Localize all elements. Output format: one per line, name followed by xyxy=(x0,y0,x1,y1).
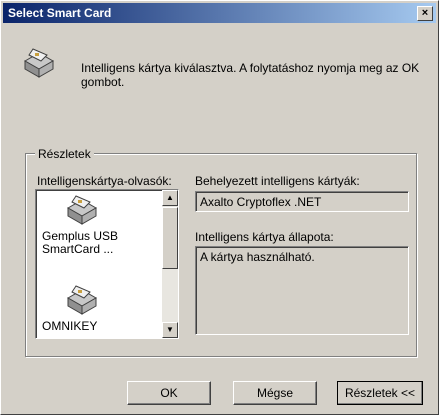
window-title: Select Smart Card xyxy=(8,6,112,20)
title-bar[interactable]: Select Smart Card × xyxy=(3,3,436,23)
select-smart-card-dialog: Select Smart Card × Intelligens kártya k… xyxy=(0,0,439,415)
reader-item-gemplus[interactable]: Gemplus USB SmartCard ... xyxy=(42,194,152,256)
reader-item-label: Gemplus USB SmartCard ... xyxy=(42,229,119,256)
reader-item-label: OMNIKEY xyxy=(42,319,98,333)
cancel-button[interactable]: Mégse xyxy=(233,381,317,405)
inserted-cards-label: Behelyezett intelligens kártyák: xyxy=(195,174,360,188)
ok-button[interactable]: OK xyxy=(127,381,211,405)
card-reader-icon xyxy=(66,285,98,315)
readers-scrollbar[interactable]: ▲ ▼ xyxy=(162,190,178,338)
instruction-message: Intelligens kártya kiválasztva. A folyta… xyxy=(81,61,420,89)
readers-label: Intelligenskártya-olvasók: xyxy=(37,174,172,188)
scroll-thumb[interactable] xyxy=(162,207,178,269)
card-reader-icon xyxy=(66,195,98,225)
scroll-down-button[interactable]: ▼ xyxy=(162,322,178,338)
readers-listbox[interactable]: Gemplus USB SmartCard ... OMNIKEY ▲ ▼ xyxy=(35,189,179,339)
details-toggle-button[interactable]: Részletek << xyxy=(337,381,423,405)
reader-item-omnikey[interactable]: OMNIKEY xyxy=(42,284,152,333)
details-group-label: Részletek xyxy=(35,147,94,161)
card-status-field: A kártya használható. xyxy=(195,246,409,335)
scroll-up-button[interactable]: ▲ xyxy=(162,190,178,206)
card-status-label: Intelligens kártya állapota: xyxy=(195,230,334,244)
smart-card-reader-icon xyxy=(23,48,55,78)
close-button[interactable]: × xyxy=(417,6,433,21)
inserted-cards-field: Axalto Cryptoflex .NET xyxy=(195,191,409,212)
